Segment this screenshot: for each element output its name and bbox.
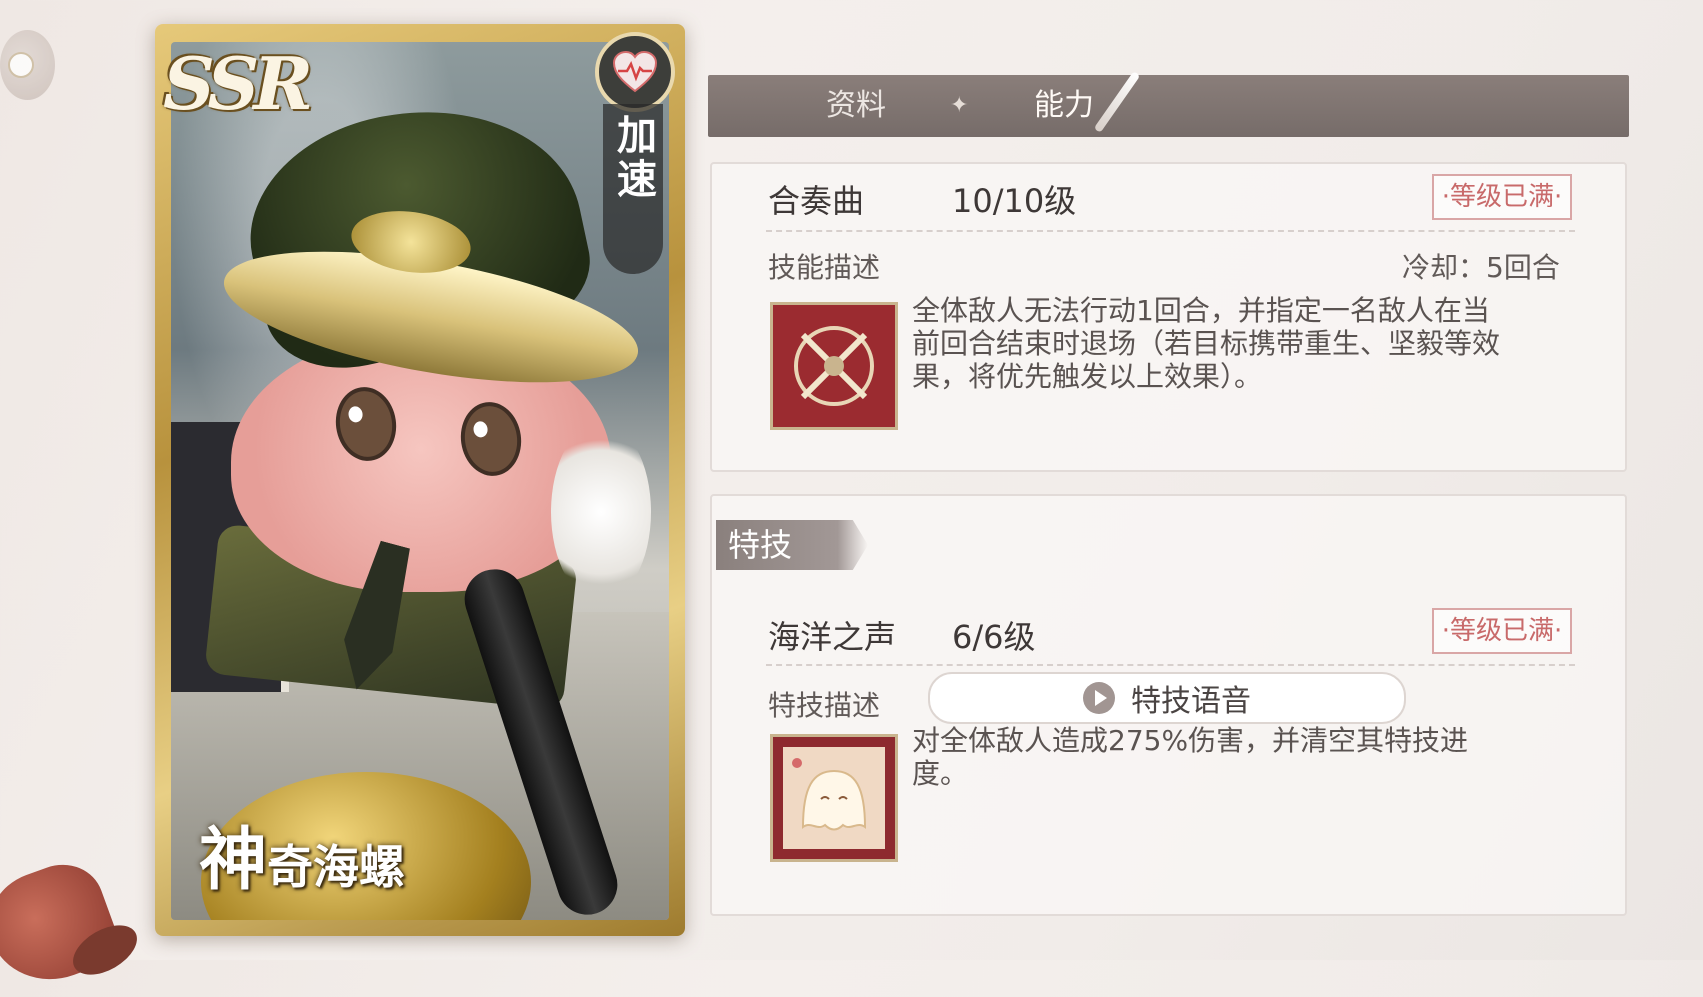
favorite-heart-button[interactable] bbox=[595, 32, 675, 112]
skill-name: 合奏曲 bbox=[768, 182, 865, 220]
special-desc-label: 特技描述 bbox=[768, 689, 881, 722]
skill-icon bbox=[770, 302, 898, 430]
character-name-rest: 奇海螺 bbox=[267, 840, 406, 894]
character-name: 神奇海螺 bbox=[199, 804, 539, 904]
skill-panel: 合奏曲 10/10级 ·等级已满· 技能描述 冷却：5回合 全体敌人无法行动1回… bbox=[710, 162, 1627, 472]
special-description-line: 对全体敌人造成275%伤害，并清空其特技进 bbox=[912, 724, 1469, 757]
character-art bbox=[171, 42, 669, 920]
corner-ornament bbox=[0, 30, 55, 100]
special-description-line: 度。 bbox=[912, 757, 969, 790]
skill-description-line: 全体敌人无法行动1回合，并指定一名敌人在当 bbox=[912, 294, 1490, 327]
special-section-tag: 特技 bbox=[716, 520, 868, 570]
role-label: 加速 bbox=[610, 114, 656, 202]
skill-description-line: 前回合结束时退场（若目标携带重生、坚毅等效 bbox=[912, 327, 1501, 360]
heart-pulse-icon bbox=[612, 51, 658, 93]
special-icon bbox=[770, 734, 898, 862]
special-name: 海洋之声 bbox=[768, 618, 897, 656]
tab-separator-star-icon: ✦ bbox=[950, 93, 969, 118]
rose-petal-decoration bbox=[0, 852, 126, 997]
rarity-badge: SSR bbox=[163, 41, 313, 126]
skill-cooldown: 冷却：5回合 bbox=[1402, 251, 1560, 284]
skill-max-level-badge: ·等级已满· bbox=[1432, 174, 1572, 220]
detail-tab-bar: 资料 ✦ 能力 bbox=[708, 71, 1629, 137]
special-max-level-badge: ·等级已满· bbox=[1432, 608, 1572, 654]
divider bbox=[766, 230, 1575, 232]
special-description: 对全体敌人造成275%伤害，并清空其特技进 度。 bbox=[912, 724, 1552, 790]
character-card: SSR 加速 神奇海螺 bbox=[155, 24, 685, 936]
skill-desc-label: 技能描述 bbox=[768, 251, 881, 284]
ghost-shell-icon bbox=[773, 737, 895, 859]
special-voice-label: 特技语音 bbox=[1131, 684, 1251, 719]
art-feather bbox=[551, 422, 651, 602]
tab-ability[interactable]: 能力 bbox=[1034, 75, 1094, 137]
crossed-swords-icon bbox=[773, 305, 895, 427]
play-icon bbox=[1083, 682, 1115, 714]
ornament-gem-icon bbox=[8, 52, 34, 78]
special-voice-button[interactable]: 特技语音 bbox=[928, 672, 1406, 724]
skill-level: 10/10级 bbox=[952, 182, 1077, 220]
quill-icon bbox=[1093, 71, 1141, 133]
character-name-first: 神 bbox=[199, 820, 268, 900]
divider bbox=[766, 664, 1575, 666]
special-level: 6/6级 bbox=[952, 618, 1036, 656]
skill-description-line: 果，将优先触发以上效果）。 bbox=[912, 360, 1263, 393]
tab-info[interactable]: 资料 bbox=[826, 75, 886, 137]
skill-description: 全体敌人无法行动1回合，并指定一名敌人在当 前回合结束时退场（若目标携带重生、坚… bbox=[912, 294, 1552, 393]
